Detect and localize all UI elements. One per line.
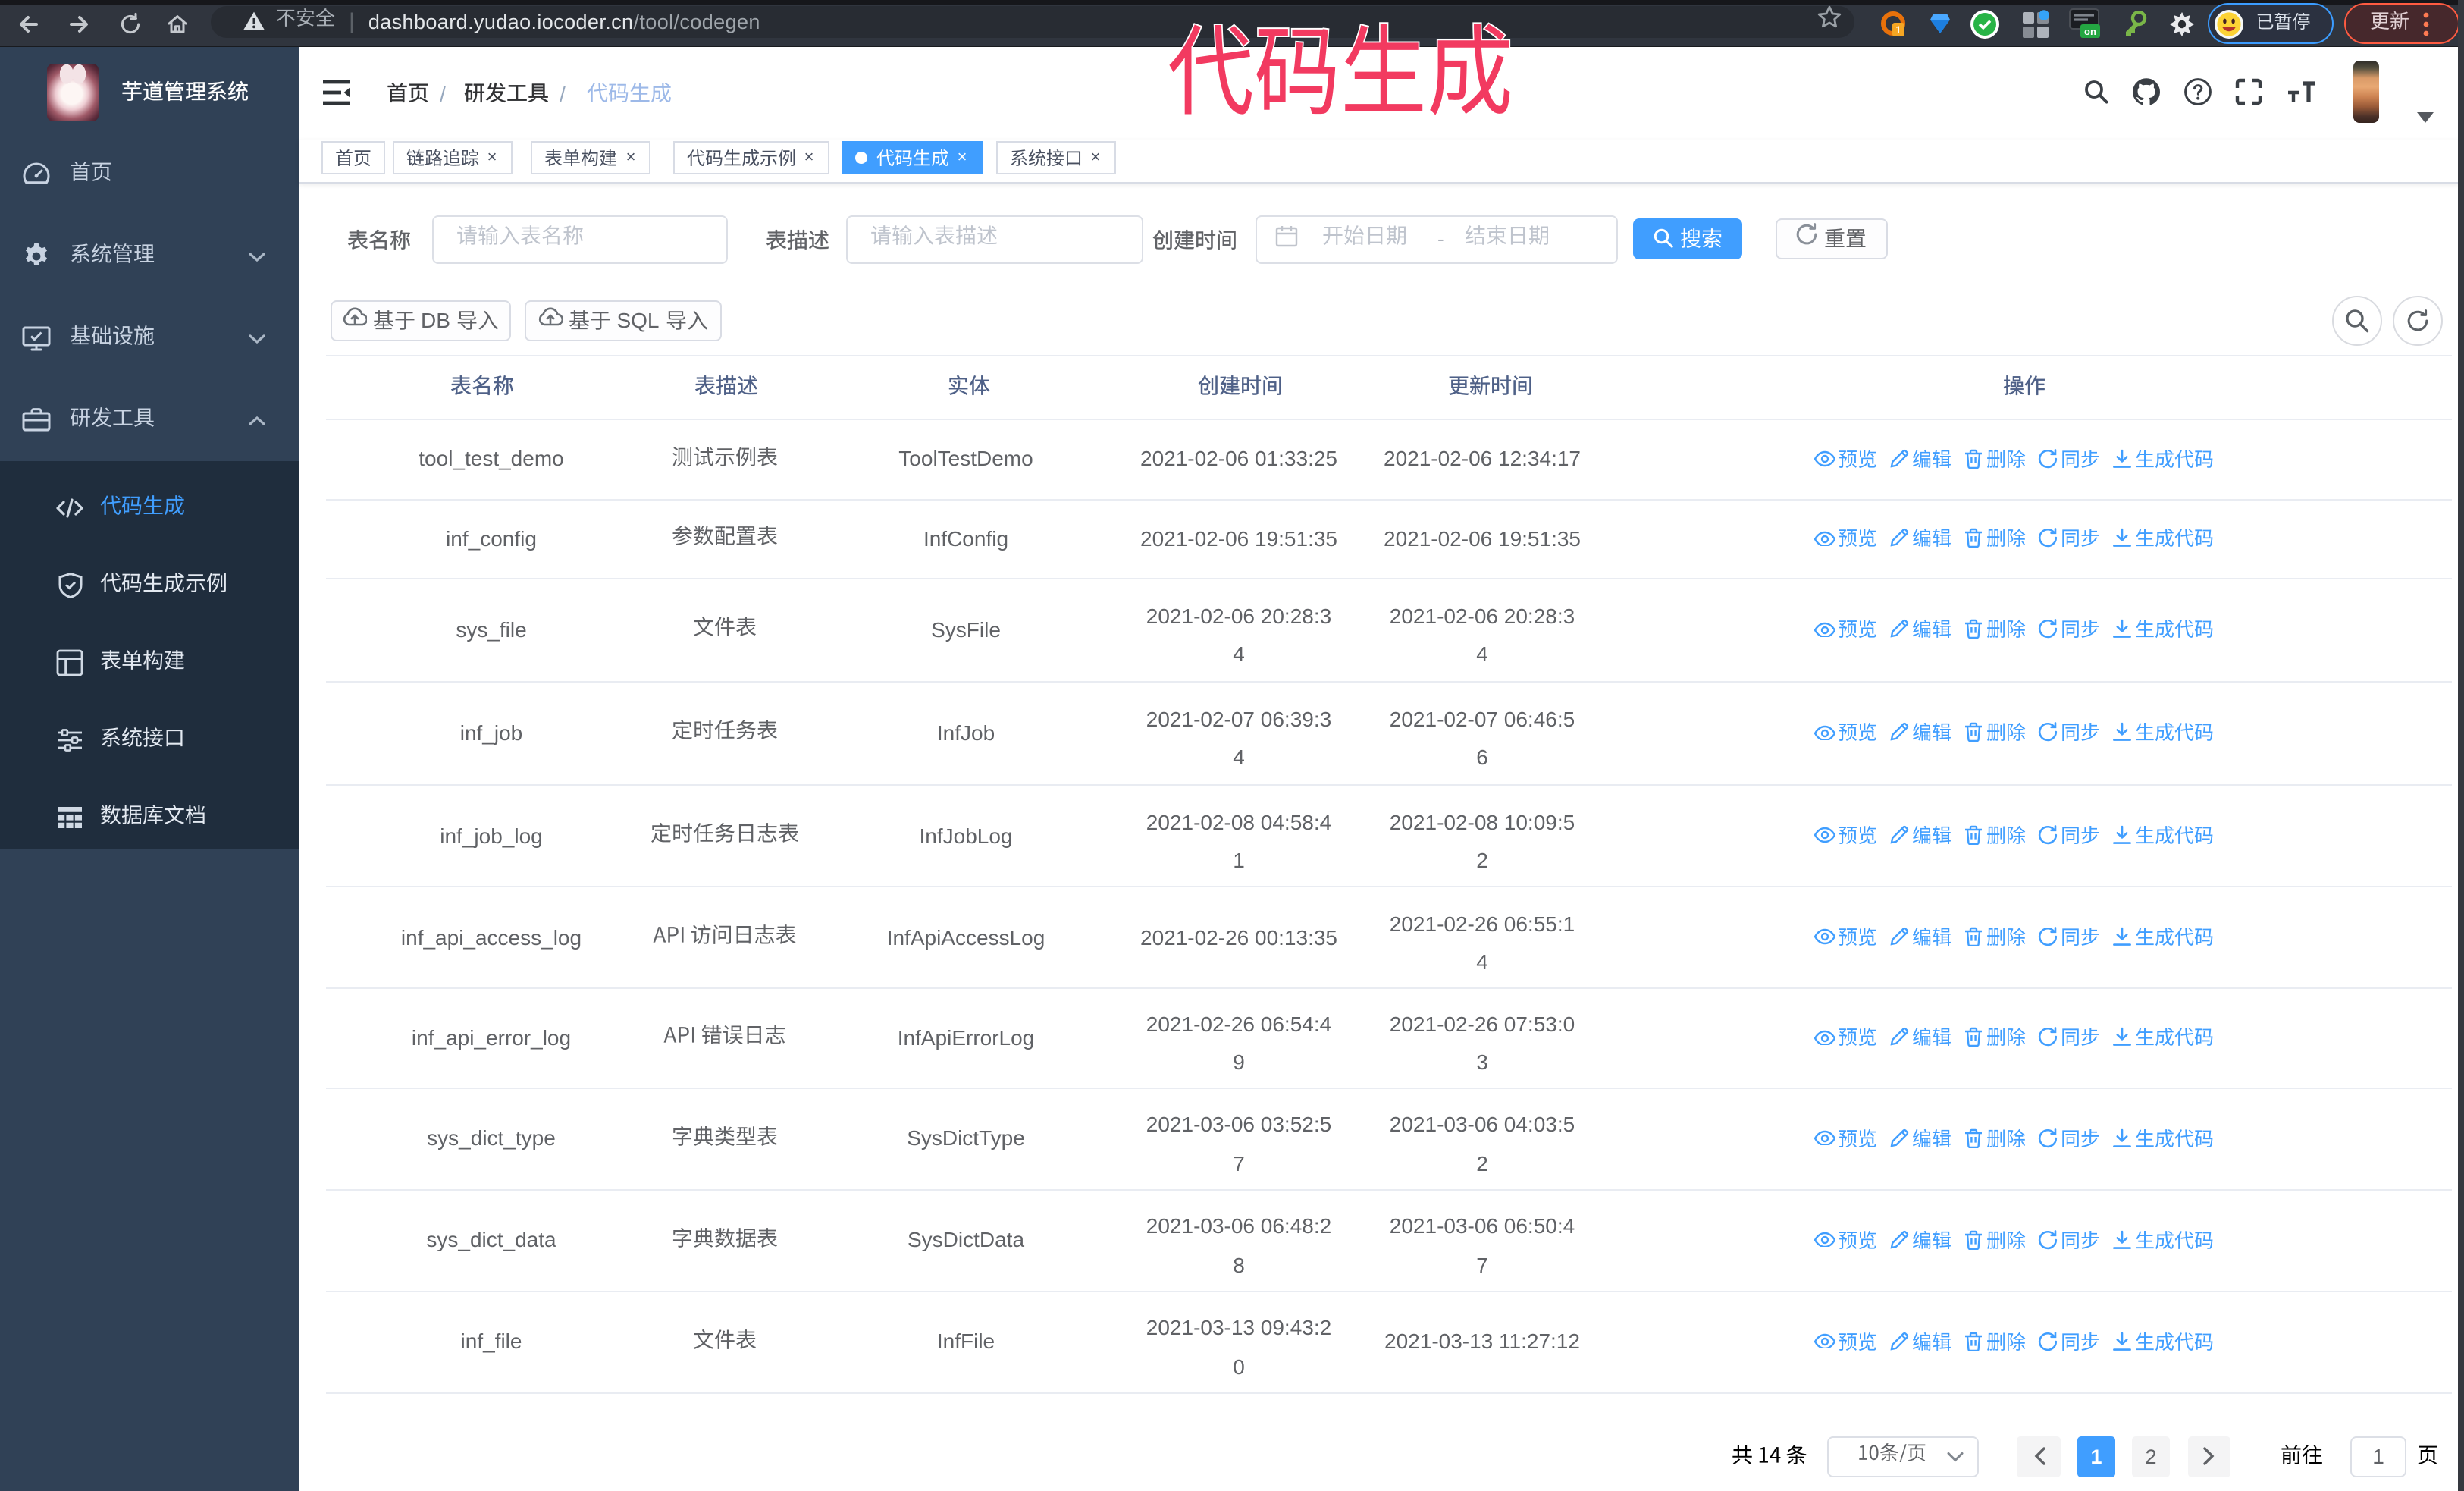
svg-text:on: on [2084, 26, 2096, 37]
svg-text:1: 1 [1895, 24, 1901, 36]
